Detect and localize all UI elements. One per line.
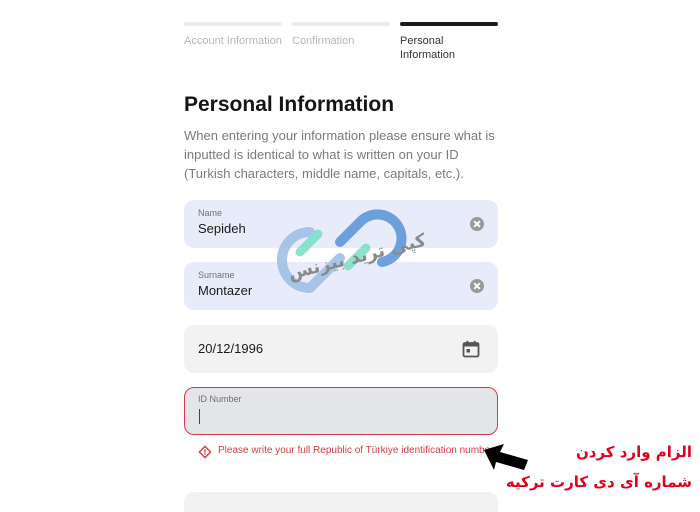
warning-diamond-icon (198, 445, 212, 459)
annotation-line-1: الزام وارد کردن (575, 443, 692, 461)
progress-steps: Account Information Confirmation Persona… (184, 22, 498, 62)
annotation-line-2: شماره آی دی کارت ترکیه (505, 473, 692, 491)
step-account-information: Account Information (184, 22, 282, 62)
step-personal-information: Personal Information (400, 22, 498, 62)
step-confirmation: Confirmation (292, 22, 390, 62)
next-field[interactable] (184, 492, 498, 512)
id-number-error: Please write your full Republic of Türki… (198, 444, 498, 459)
step-bar (184, 22, 282, 26)
birth-date-value[interactable]: 20/12/1996 (198, 341, 263, 356)
id-number-field[interactable]: ID Number (184, 387, 498, 435)
birth-date-field[interactable]: 20/12/1996 (184, 325, 498, 373)
calendar-icon[interactable] (462, 340, 480, 358)
text-caret (199, 409, 200, 424)
step-label: Personal Information (400, 35, 456, 61)
surname-label: Surname (198, 270, 235, 280)
annotation: الزام وارد کردن شماره آی دی کارت ترکیه (502, 440, 692, 494)
name-value[interactable]: Sepideh (198, 221, 246, 236)
page-title: Personal Information (184, 93, 395, 116)
step-label: Confirmation (292, 35, 355, 47)
error-message: Please write your full Republic of Türki… (218, 445, 496, 456)
step-label: Account Information (184, 35, 282, 47)
step-bar (292, 22, 390, 26)
surname-value[interactable]: Montazer (198, 283, 252, 298)
id-number-label: ID Number (198, 394, 242, 404)
clear-icon[interactable] (470, 279, 484, 293)
step-bar-active (400, 22, 498, 26)
form-description: When entering your information please en… (184, 128, 495, 181)
clear-icon[interactable] (470, 217, 484, 231)
name-label: Name (198, 208, 223, 218)
